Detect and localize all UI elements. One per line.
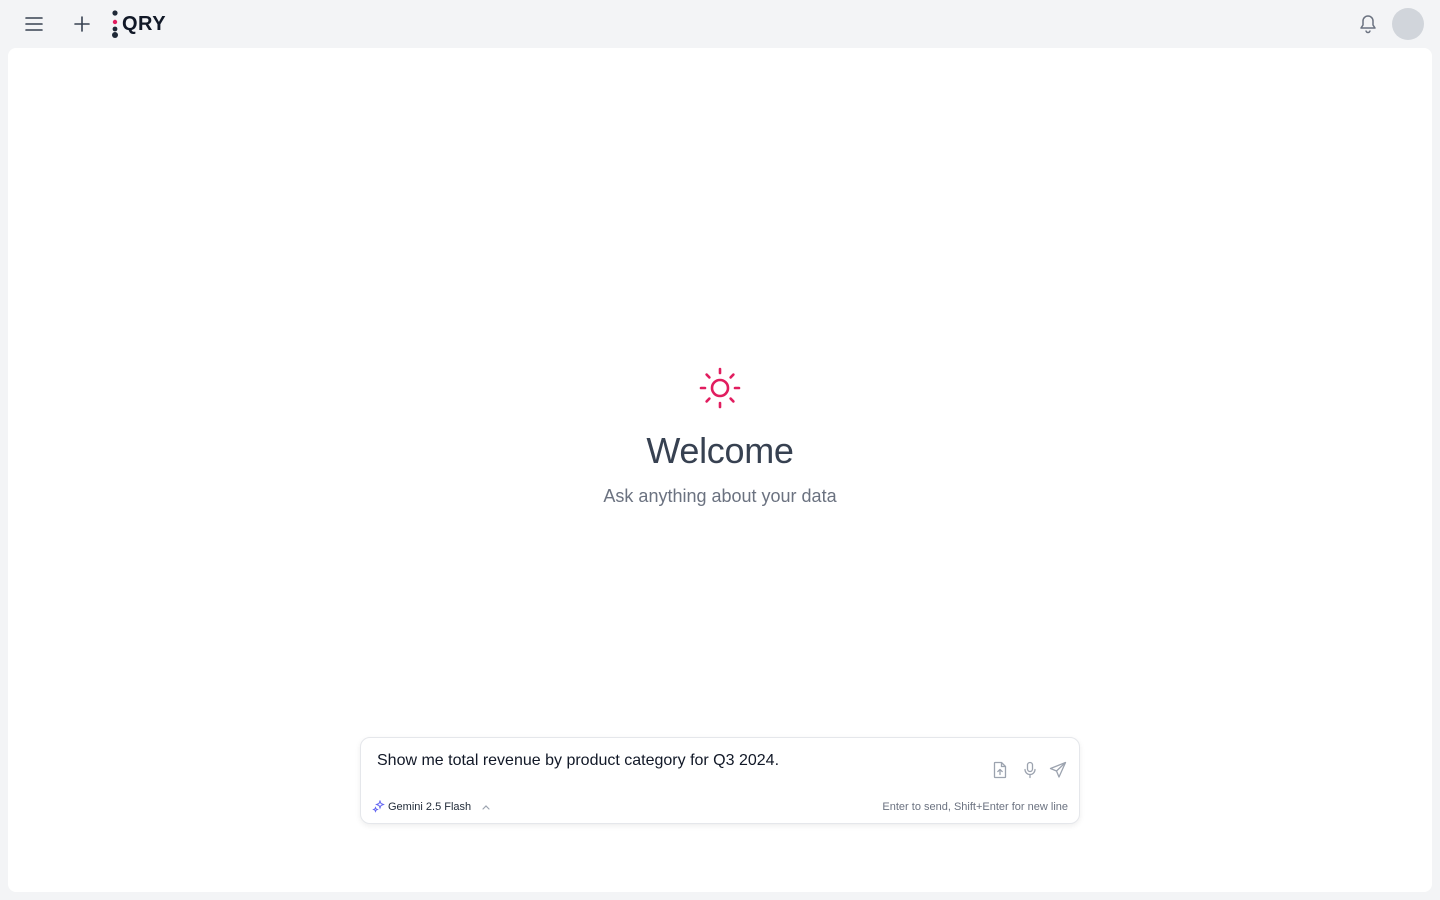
menu-button[interactable] [18, 8, 50, 40]
logo-mark-icon [112, 10, 118, 38]
main-panel: Welcome Ask anything about your data Sho… [8, 48, 1432, 892]
logo-text: QRY [122, 12, 167, 35]
hamburger-menu-icon [25, 17, 43, 31]
file-upload-icon [993, 761, 1007, 779]
top-bar: QRY [0, 0, 1440, 48]
model-label: Gemini 2.5 Flash [388, 800, 472, 813]
page-subtitle: Ask anything about your data [603, 486, 837, 506]
chat-composer: Gemini 2.5 Flash Enter to send, Shift+En… [360, 737, 1080, 824]
bell-icon [1360, 15, 1376, 34]
new-chat-button[interactable] [66, 8, 98, 40]
model-selector[interactable]: Gemini 2.5 Flash [372, 800, 490, 813]
plus-icon [74, 16, 90, 32]
chevron-up-icon [482, 804, 490, 810]
page-title: Welcome [646, 430, 794, 471]
app-logo[interactable]: QRY [111, 9, 166, 39]
send-hint: Enter to send, Shift+Enter for new line [882, 801, 1068, 813]
sparkles-icon [372, 800, 385, 813]
voice-input-button[interactable] [1020, 760, 1040, 780]
send-button[interactable] [1048, 760, 1068, 780]
avatar[interactable] [1392, 8, 1424, 40]
send-icon [1049, 761, 1067, 778]
attach-file-button[interactable] [990, 760, 1010, 780]
sun-icon [699, 367, 741, 409]
welcome-section: Welcome Ask anything about your data [8, 366, 1432, 507]
notifications-button[interactable] [1352, 8, 1384, 40]
prompt-input[interactable] [377, 752, 977, 770]
microphone-icon [1024, 761, 1036, 779]
